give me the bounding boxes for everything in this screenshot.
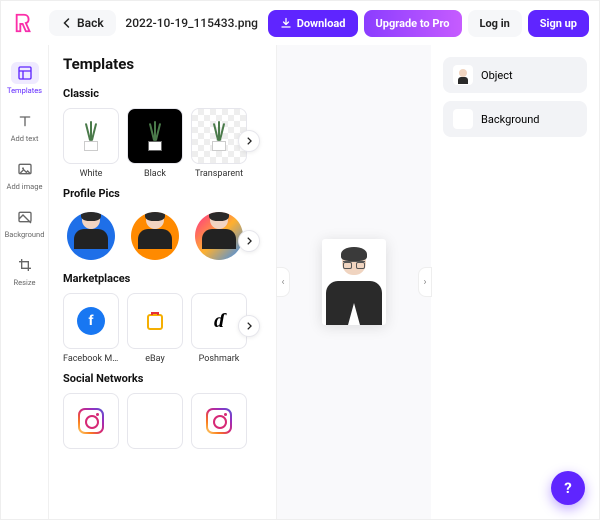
- tool-add-image[interactable]: Add image: [1, 151, 48, 197]
- template-black[interactable]: Black: [127, 108, 183, 179]
- section-marketplaces: Marketplaces: [63, 272, 270, 285]
- chevron-right-icon: [244, 236, 254, 246]
- property-object[interactable]: Object: [443, 57, 587, 93]
- profile-template-1[interactable]: [63, 208, 119, 264]
- file-name: 2022-10-19_115433.png: [122, 16, 262, 30]
- property-background[interactable]: Background: [443, 101, 587, 137]
- back-label: Back: [77, 16, 104, 30]
- question-icon: ?: [564, 479, 571, 497]
- social-instagram-2[interactable]: [191, 393, 247, 449]
- section-profile: Profile Pics: [63, 187, 270, 200]
- help-button[interactable]: ?: [551, 471, 585, 505]
- section-classic: Classic: [63, 87, 270, 100]
- text-icon: [11, 110, 39, 132]
- profile-template-2[interactable]: [127, 208, 183, 264]
- social-template-2[interactable]: [127, 393, 183, 449]
- arrow-left-icon: [61, 17, 73, 29]
- subject-person: [322, 239, 386, 325]
- download-icon: [280, 17, 292, 29]
- tool-add-text[interactable]: Add text: [1, 103, 48, 149]
- tool-background[interactable]: Background: [1, 199, 48, 245]
- background-thumbnail: [453, 109, 473, 129]
- upgrade-button[interactable]: Upgrade to Pro: [364, 10, 462, 37]
- login-button[interactable]: Log in: [468, 10, 522, 37]
- tool-sidebar: Templates Add text Add image Background …: [1, 45, 49, 519]
- classic-row: White Black Transparent: [63, 108, 270, 179]
- signup-button[interactable]: Sign up: [528, 10, 589, 37]
- background-icon: [11, 206, 39, 228]
- social-row: [63, 393, 270, 449]
- panel-collapse-left[interactable]: ‹: [276, 267, 290, 297]
- templates-panel: Templates Classic White Black Transparen…: [49, 45, 277, 519]
- tool-templates[interactable]: Templates: [1, 55, 48, 101]
- editor-canvas[interactable]: ‹ ›: [277, 45, 431, 519]
- panel-collapse-right[interactable]: ›: [418, 267, 432, 297]
- section-social: Social Networks: [63, 372, 270, 385]
- chevron-right-icon: [244, 136, 254, 146]
- profile-next-button[interactable]: [238, 230, 260, 252]
- templates-icon: [11, 62, 39, 84]
- classic-next-button[interactable]: [238, 130, 260, 152]
- back-button[interactable]: Back: [49, 10, 116, 36]
- market-ebay[interactable]: eBay: [127, 293, 183, 364]
- chevron-right-icon: [244, 321, 254, 331]
- top-bar: Back 2022-10-19_115433.png Download Upgr…: [1, 1, 599, 45]
- image-preview[interactable]: [322, 239, 386, 325]
- object-thumbnail: [453, 65, 473, 85]
- social-instagram-1[interactable]: [63, 393, 119, 449]
- app-logo[interactable]: [11, 10, 37, 36]
- market-next-button[interactable]: [238, 315, 260, 337]
- market-row: fFacebook Ma… eBay ɗPoshmark: [63, 293, 270, 364]
- tool-resize[interactable]: Resize: [1, 247, 48, 293]
- profile-row: [63, 208, 270, 264]
- template-white[interactable]: White: [63, 108, 119, 179]
- market-facebook[interactable]: fFacebook Ma…: [63, 293, 119, 364]
- image-icon: [11, 158, 39, 180]
- crop-icon: [11, 254, 39, 276]
- properties-panel: Object Background: [431, 45, 599, 519]
- panel-title: Templates: [63, 55, 270, 73]
- download-button[interactable]: Download: [268, 10, 358, 37]
